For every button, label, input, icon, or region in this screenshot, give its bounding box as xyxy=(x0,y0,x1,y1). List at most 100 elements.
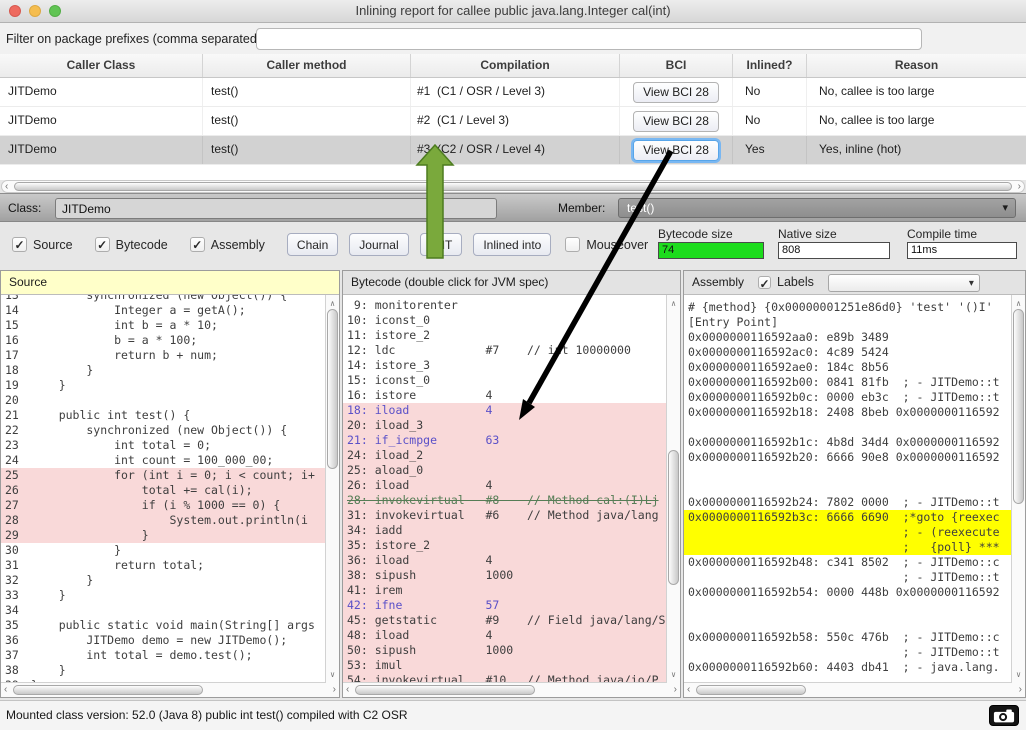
scroll-left-icon[interactable]: ‹ xyxy=(346,684,349,695)
column-header-inlined[interactable]: Inlined? xyxy=(733,54,807,77)
assembly-line[interactable] xyxy=(684,420,1025,435)
source-line[interactable]: 18 } xyxy=(1,363,339,378)
source-line[interactable]: 17 return b + num; xyxy=(1,348,339,363)
bytecode-line[interactable]: 21: if_icmpge 63 xyxy=(343,433,680,448)
source-code[interactable]: 13 synchronized (new Object()) {14 Integ… xyxy=(1,295,339,683)
source-line[interactable]: 32 } xyxy=(1,573,339,588)
assembly-line[interactable]: 0x0000000116592ac0: 4c89 5424 xyxy=(684,345,1025,360)
assembly-line[interactable]: 0x0000000116592b60: 4403 db41 ; - java.l… xyxy=(684,660,1025,675)
source-line[interactable]: 25 for (int i = 0; i < count; i+ xyxy=(1,468,339,483)
scroll-right-icon[interactable]: › xyxy=(1018,181,1021,192)
scrollbar-thumb[interactable] xyxy=(696,685,806,695)
bytecode-line[interactable]: 38: sipush 1000 xyxy=(343,568,680,583)
scroll-up-icon[interactable]: ∧ xyxy=(667,296,680,311)
scroll-right-icon[interactable]: › xyxy=(674,684,677,695)
source-line[interactable]: 28 System.out.println(i xyxy=(1,513,339,528)
bytecode-line[interactable]: 15: iconst_0 xyxy=(343,373,680,388)
checkbox-bytecode[interactable]: ✓Bytecode xyxy=(95,237,168,252)
column-header-bci[interactable]: BCI xyxy=(620,54,733,77)
chain-button[interactable]: Chain xyxy=(287,233,338,256)
bytecode-line[interactable]: 36: iload 4 xyxy=(343,553,680,568)
source-horizontal-scrollbar[interactable]: ‹ › xyxy=(1,682,339,697)
filter-input[interactable] xyxy=(256,28,922,50)
assembly-line[interactable]: 0x0000000116592b54: 0000 448b 0x00000001… xyxy=(684,585,1025,600)
scroll-left-icon[interactable]: ‹ xyxy=(4,684,7,695)
close-icon[interactable] xyxy=(9,5,21,17)
source-line[interactable]: 31 return total; xyxy=(1,558,339,573)
bytecode-line[interactable]: 10: iconst_0 xyxy=(343,313,680,328)
column-header-caller-class[interactable]: Caller Class xyxy=(0,54,203,77)
journal-button[interactable]: Journal xyxy=(349,233,408,256)
source-line[interactable]: 27 if (i % 1000 == 0) { xyxy=(1,498,339,513)
bytecode-line[interactable]: 9: monitorenter xyxy=(343,298,680,313)
bytecode-line[interactable]: 28: invokevirtual #8 // Method cal:(I)Lj xyxy=(343,493,680,508)
bytecode-line[interactable]: 42: ifne 57 xyxy=(343,598,680,613)
source-line[interactable]: 38 } xyxy=(1,663,339,678)
checkbox-source[interactable]: ✓Source xyxy=(12,237,73,252)
bytecode-horizontal-scrollbar[interactable]: ‹ › xyxy=(343,682,680,697)
table-row[interactable]: JITDemotest()#1 (C1 / OSR / Level 3)View… xyxy=(0,78,1026,107)
scrollbar-thumb[interactable] xyxy=(327,309,338,469)
scroll-down-icon[interactable]: ∨ xyxy=(667,667,680,682)
bytecode-line[interactable]: 50: sipush 1000 xyxy=(343,643,680,658)
lnt-button[interactable]: LNT xyxy=(420,233,463,256)
source-line[interactable]: 37 int total = demo.test(); xyxy=(1,648,339,663)
assembly-line[interactable]: 0x0000000116592b0c: 0000 eb3c ; - JITDem… xyxy=(684,390,1025,405)
scroll-down-icon[interactable]: ∨ xyxy=(1012,667,1025,682)
table-row[interactable]: JITDemotest()#2 (C1 / Level 3)View BCI 2… xyxy=(0,107,1026,136)
class-input[interactable] xyxy=(55,198,497,219)
assembly-line[interactable]: 0x0000000116592ae0: 184c 8b56 xyxy=(684,360,1025,375)
assembly-line[interactable]: 0x0000000116592b00: 0841 81fb ; - JITDem… xyxy=(684,375,1025,390)
bytecode-line[interactable]: 18: iload 4 xyxy=(343,403,680,418)
bytecode-line[interactable]: 11: istore_2 xyxy=(343,328,680,343)
source-vertical-scrollbar[interactable]: ∧ ∨ xyxy=(325,295,339,683)
assembly-code[interactable]: # {method} {0x00000001251e86d0} 'test' '… xyxy=(684,295,1025,675)
source-line[interactable]: 13 synchronized (new Object()) { xyxy=(1,295,339,303)
column-header-caller-method[interactable]: Caller method xyxy=(203,54,411,77)
scroll-right-icon[interactable]: › xyxy=(333,684,336,695)
scroll-right-icon[interactable]: › xyxy=(1019,684,1022,695)
scrollbar-thumb[interactable] xyxy=(355,685,535,695)
source-line[interactable]: 14 Integer a = getA(); xyxy=(1,303,339,318)
source-line[interactable]: 22 synchronized (new Object()) { xyxy=(1,423,339,438)
source-line[interactable]: 19 } xyxy=(1,378,339,393)
view-bci-button[interactable]: View BCI 28 xyxy=(633,140,719,161)
checkbox-mouseover[interactable]: Mouseover xyxy=(565,237,648,252)
scroll-down-icon[interactable]: ∨ xyxy=(326,667,339,682)
assembly-line[interactable]: 0x0000000116592b1c: 4b8d 34d4 0x00000001… xyxy=(684,435,1025,450)
assembly-line[interactable] xyxy=(684,465,1025,480)
source-line[interactable]: 24 int count = 100_000_00; xyxy=(1,453,339,468)
bytecode-line[interactable]: 25: aload_0 xyxy=(343,463,680,478)
bytecode-line[interactable]: 26: iload 4 xyxy=(343,478,680,493)
bytecode-line[interactable]: 12: ldc #7 // int 10000000 xyxy=(343,343,680,358)
source-line[interactable]: 35 public static void main(String[] args xyxy=(1,618,339,633)
bytecode-vertical-scrollbar[interactable]: ∧ ∨ xyxy=(666,295,680,683)
assembly-line[interactable]: ; - JITDemo::t xyxy=(684,570,1025,585)
scrollbar-thumb[interactable] xyxy=(1013,309,1024,504)
assembly-line[interactable]: ; - (reexecute xyxy=(684,525,1025,540)
assembly-line[interactable] xyxy=(684,600,1025,615)
scrollbar-thumb[interactable] xyxy=(13,685,203,695)
bytecode-line[interactable]: 35: istore_2 xyxy=(343,538,680,553)
source-line[interactable]: 26 total += cal(i); xyxy=(1,483,339,498)
assembly-line[interactable]: 0x0000000116592b48: c341 8502 ; - JITDem… xyxy=(684,555,1025,570)
screenshot-button[interactable] xyxy=(989,705,1019,726)
assembly-line[interactable]: # {method} {0x00000001251e86d0} 'test' '… xyxy=(684,300,1025,315)
assembly-line[interactable]: ; - JITDemo::t xyxy=(684,645,1025,660)
source-line[interactable]: 34 xyxy=(1,603,339,618)
bytecode-line[interactable]: 14: istore_3 xyxy=(343,358,680,373)
bytecode-line[interactable]: 34: iadd xyxy=(343,523,680,538)
assembly-line[interactable]: ; {poll} *** xyxy=(684,540,1025,555)
bytecode-line[interactable]: 41: irem xyxy=(343,583,680,598)
assembly-line[interactable]: 0x0000000116592b20: 6666 90e8 0x00000001… xyxy=(684,450,1025,465)
bytecode-line[interactable]: 48: iload 4 xyxy=(343,628,680,643)
minimize-icon[interactable] xyxy=(29,5,41,17)
assembly-line[interactable]: [Entry Point] xyxy=(684,315,1025,330)
assembly-line[interactable]: 0x0000000116592b58: 550c 476b ; - JITDem… xyxy=(684,630,1025,645)
source-line[interactable]: 15 int b = a * 10; xyxy=(1,318,339,333)
table-row[interactable]: JITDemotest()#3 (C2 / OSR / Level 4)View… xyxy=(0,136,1026,165)
assembly-line[interactable]: 0x0000000116592b24: 7802 0000 ; - JITDem… xyxy=(684,495,1025,510)
assembly-vertical-scrollbar[interactable]: ∧ ∨ xyxy=(1011,295,1025,683)
assembly-line[interactable]: 0x0000000116592b18: 2408 8beb 0x00000001… xyxy=(684,405,1025,420)
inlined-into-button[interactable]: Inlined into xyxy=(473,233,551,256)
